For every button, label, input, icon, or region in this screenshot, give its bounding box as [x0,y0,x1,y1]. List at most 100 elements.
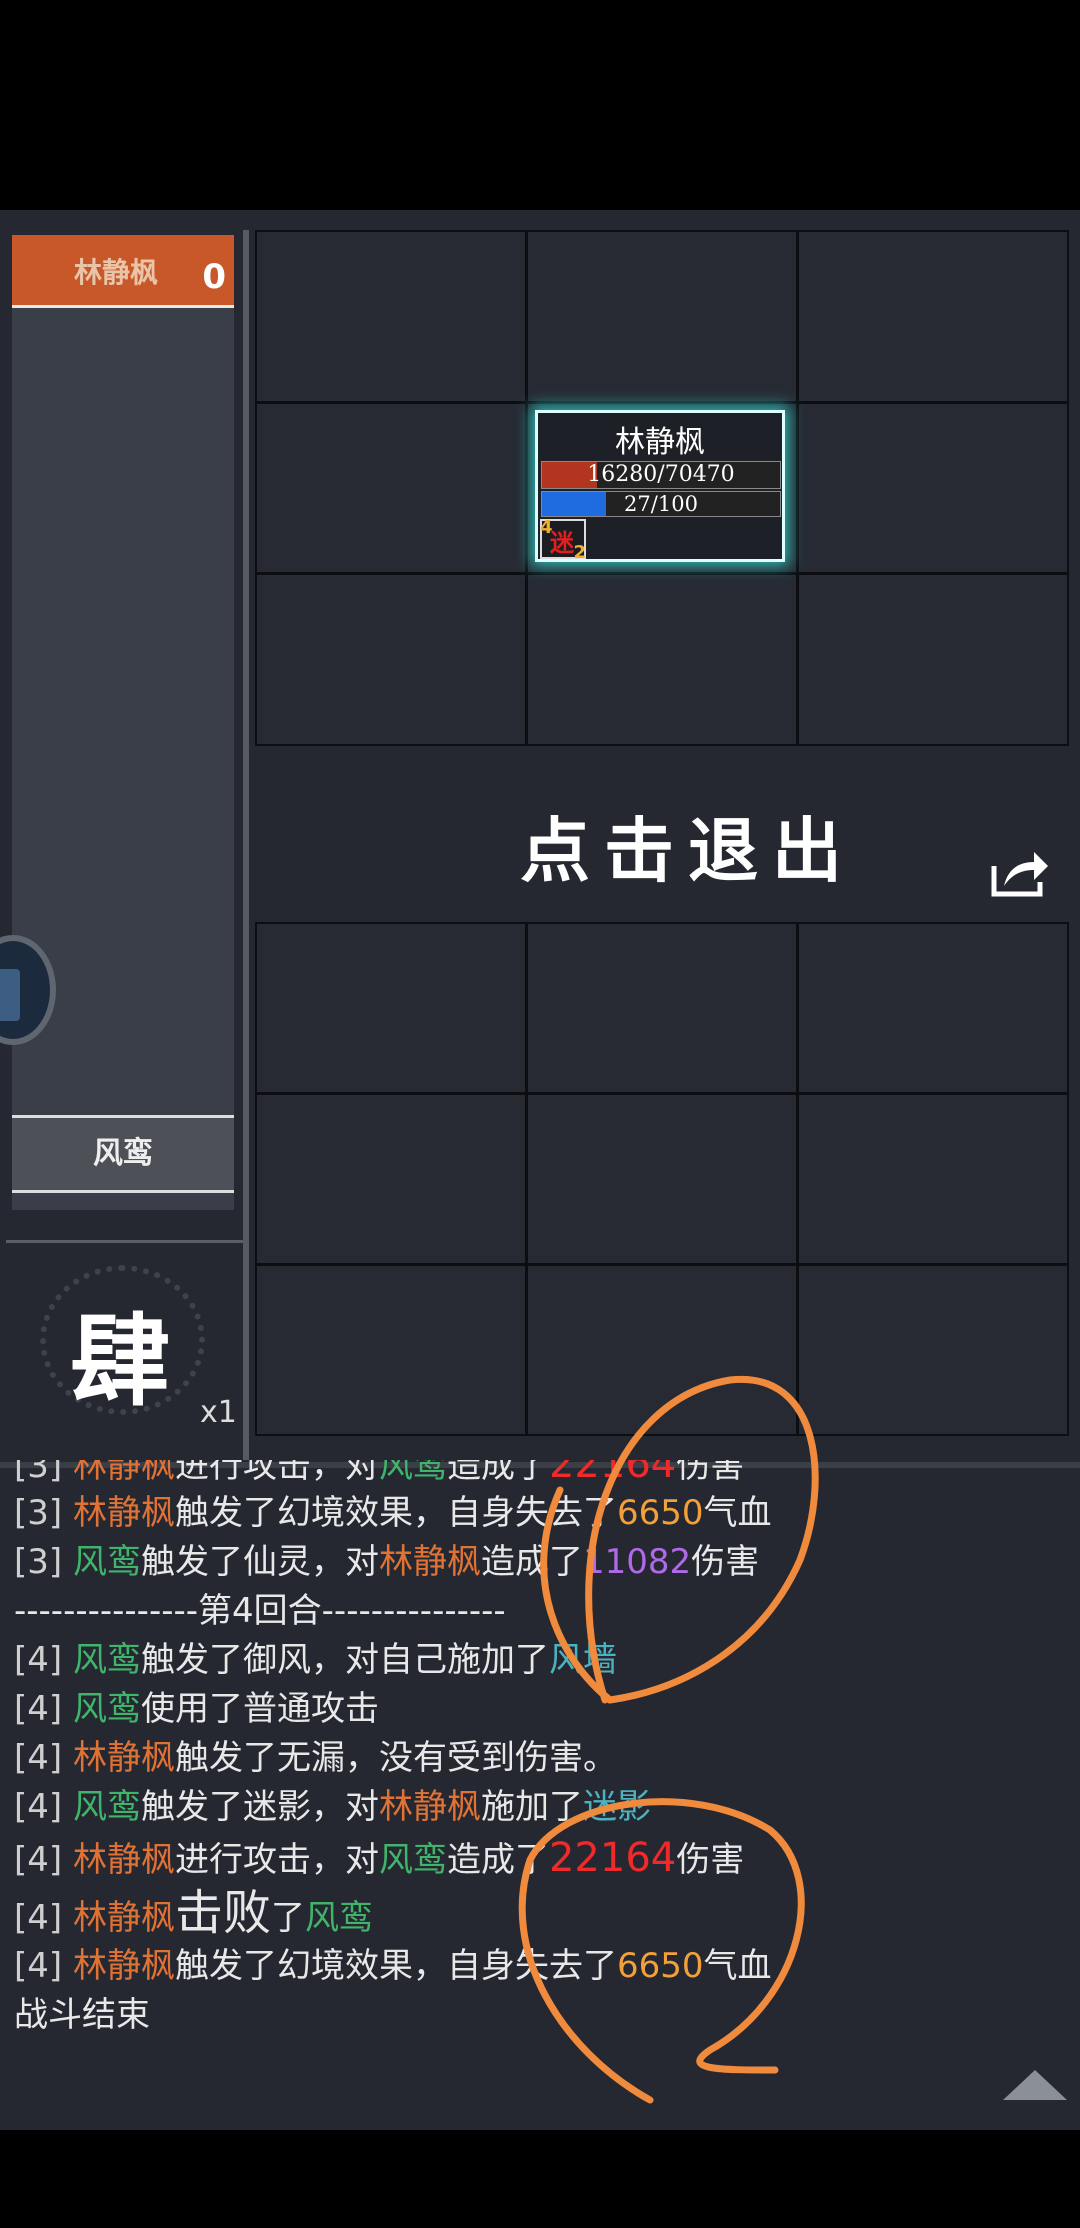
log-text: 造成了 [446,1840,549,1880]
round-tag: [4] [14,1898,63,1938]
actor-name: 林静枫 [72,1460,175,1486]
log-text: 伤害 [676,1840,745,1880]
log-line: [3] 林静枫进行攻击，对风鸾造成了22164伤害 [14,1460,1074,1489]
log-text: 触发了幻境效果，自身失去了 [174,1946,617,1986]
log-text: 了 [271,1898,305,1938]
log-text: 气血 [703,1493,772,1533]
hp-loss-value: 6650 [616,1946,704,1986]
status-turns: 2 [573,542,586,563]
vertical-separator [243,230,249,1460]
log-text: 触发了仙灵，对 [140,1542,379,1582]
target-name: 林静枫 [378,1787,481,1827]
grid-cell[interactable] [528,1266,796,1434]
grid-cell[interactable] [799,1095,1067,1263]
grid-cell[interactable] [799,1266,1067,1434]
grid-cell[interactable] [528,232,796,401]
log-line: [3] 林静枫触发了幻境效果，自身失去了6650气血 [14,1489,1074,1538]
grid-cell[interactable] [799,403,1067,573]
status-glyph: 迷 [550,529,574,557]
left-team-panel: 林静枫 0 [12,235,234,1210]
unit-card[interactable]: 林静枫 16280/70470 27/100 迷 4 2 [535,410,785,563]
actor-name: 林静枫 [72,1946,175,1986]
log-line: [4] 风鸾使用了普通攻击 [14,1685,1074,1734]
target-name: 风鸾 [378,1460,447,1486]
round-tag: [4] [14,1640,63,1680]
actor-name: 林静枫 [72,1738,175,1778]
log-text: 触发了幻境效果，自身失去了 [174,1493,617,1533]
log-text: 造成了 [480,1542,583,1582]
round-tag: [3] [14,1493,63,1533]
mp-bar: 27/100 [541,491,781,517]
log-text: 进行攻击，对 [174,1840,379,1880]
grid-cell[interactable] [528,924,796,1092]
log-text: 造成了 [446,1460,549,1486]
actor-name: 风鸾 [72,1787,141,1827]
round-tag: [3] [14,1542,63,1582]
grid-cell[interactable] [799,232,1067,401]
mp-text: 27/100 [624,492,698,516]
log-line: [4] 林静枫触发了无漏，没有受到伤害。 [14,1734,1074,1783]
avatar-figure-icon [0,969,20,1021]
confuse-status-icon[interactable]: 迷 4 2 [540,517,586,563]
grid-cell[interactable] [257,232,525,401]
target-name: 林静枫 [378,1542,481,1582]
grid-cell[interactable] [257,575,525,744]
log-text: 使用了普通攻击 [140,1689,379,1729]
player-score: 0 [202,257,226,297]
share-icon[interactable] [990,848,1050,898]
hp-loss-value: 6650 [616,1493,704,1533]
player-formation-grid [255,922,1069,1436]
log-text: 气血 [703,1946,772,1986]
round-separator: ---------------第4回合--------------- [14,1591,506,1631]
damage-value: 22164 [548,1835,677,1881]
scroll-up-arrow-icon[interactable] [1003,2070,1067,2100]
player-name: 林静枫 [74,256,159,289]
target-name: 风鸾 [378,1840,447,1880]
grid-cell[interactable] [257,1095,525,1263]
left-divider-line [6,1240,246,1243]
log-text: 伤害 [691,1542,760,1582]
log-text: 伤害 [676,1460,745,1486]
log-line: [4] 林静枫击败了风鸾 [14,1884,1074,1942]
round-tag: [4] [14,1689,63,1729]
battle-log[interactable]: [3] 林静枫进行攻击，对风鸾造成了22164伤害 [3] 林静枫触发了幻境效果… [14,1460,1074,2120]
grid-cell[interactable] [257,924,525,1092]
log-line: [4] 林静枫进行攻击，对风鸾造成了22164伤害 [14,1832,1074,1884]
speed-button[interactable]: 肆 [70,1280,170,1425]
grid-cell[interactable] [528,575,796,744]
hp-text: 16280/70470 [587,462,735,487]
actor-name: 林静枫 [72,1493,175,1533]
log-line: [3] 风鸾触发了仙灵，对林静枫造成了11082伤害 [14,1538,1074,1587]
grid-cell[interactable] [528,1095,796,1263]
defeat-text: 击败 [174,1885,271,1941]
buff-name: 风墙 [548,1640,617,1680]
actor-name: 风鸾 [72,1689,141,1729]
actor-name: 林静枫 [72,1840,175,1880]
round-tag: [4] [14,1840,63,1880]
grid-cell[interactable] [799,924,1067,1092]
speed-multiplier: x1 [200,1395,237,1430]
log-text: 施加了 [480,1787,583,1827]
log-text: 触发了迷影，对 [140,1787,379,1827]
round-tag: [4] [14,1787,63,1827]
log-text: 进行攻击，对 [174,1460,379,1486]
battle-end-text: 战斗结束 [14,1995,150,2035]
log-text: 触发了无漏，没有受到伤害。 [174,1738,617,1778]
player-team-header[interactable]: 林静枫 0 [12,235,234,308]
hp-bar: 16280/70470 [541,461,781,489]
log-line: [4] 风鸾触发了御风，对自己施加了风墙 [14,1636,1074,1685]
actor-name: 林静枫 [72,1898,175,1938]
damage-value: 22164 [548,1460,677,1487]
log-line: [4] 林静枫触发了幻境效果，自身失去了6650气血 [14,1942,1074,1991]
log-text: 触发了御风，对自己施加了 [140,1640,549,1680]
grid-cell[interactable] [257,403,525,573]
enemy-team-label[interactable]: 风鸾 [12,1115,234,1193]
target-name: 风鸾 [305,1898,373,1938]
tap-to-exit-button[interactable]: 点击退出 [520,795,856,896]
damage-value: 11082 [582,1542,692,1582]
actor-name: 风鸾 [72,1542,141,1582]
unit-name: 林静枫 [615,425,705,460]
grid-cell[interactable] [799,575,1067,744]
grid-cell[interactable] [257,1266,525,1434]
debuff-name: 迷影 [582,1787,651,1827]
